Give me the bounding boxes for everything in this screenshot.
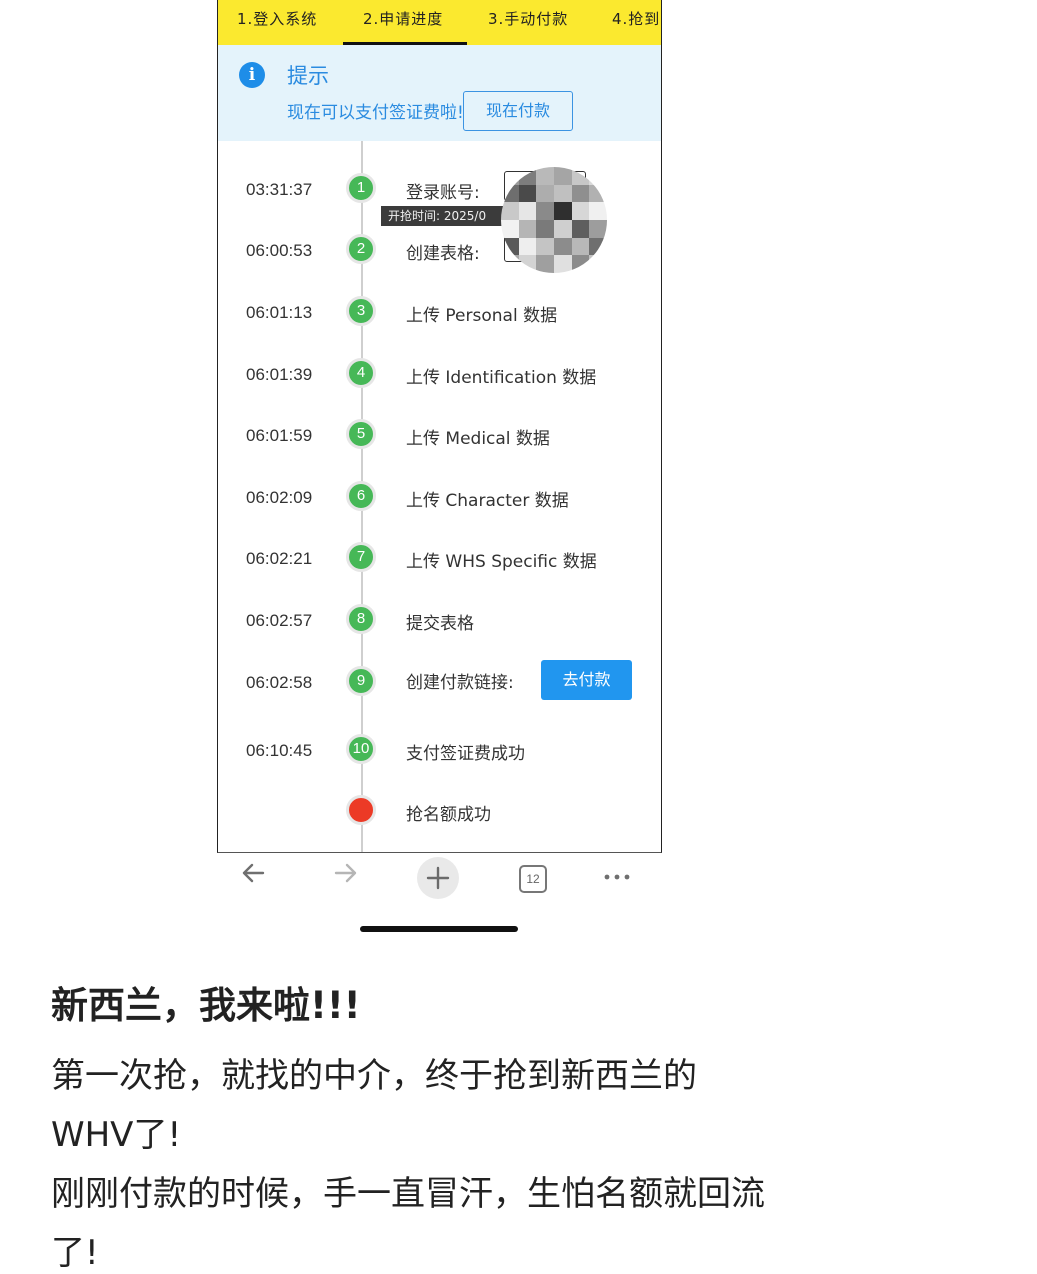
info-icon: i [239,62,265,88]
timeline-row: 06:02:57 8 提交表格 [218,601,661,641]
post-line: 了! [51,1233,99,1273]
step-time: 06:01:13 [246,303,313,322]
step-label: 上传 Character 数据 [406,491,569,511]
tab-progress[interactable]: 2.申请进度 [363,8,443,29]
step-number: 7 [346,542,376,572]
timeline-row: 06:02:09 6 上传 Character 数据 [218,478,661,518]
step-time: 06:02:09 [246,488,313,507]
step-label: 上传 Medical 数据 [406,429,550,449]
post-line: 第一次抢，就找的中介，终于抢到新西兰的 [51,1056,697,1096]
notice-title: 提示 [287,64,329,88]
more-dots-icon[interactable] [602,862,632,898]
timeline-row: 06:02:21 7 上传 WHS Specific 数据 [218,539,661,579]
step-number: 6 [346,481,376,511]
timeline-row: 06:01:39 4 上传 Identification 数据 [218,355,661,395]
tab-grabbed[interactable]: 4.抢到 [612,8,660,29]
timeline-row: 06:01:59 5 上传 Medical 数据 [218,416,661,456]
success-dot [346,795,376,825]
phone-screenshot: 1.登入系统 2.申请进度 3.手动付款 4.抢到 i 提示 现在可以支付签证费… [217,0,662,853]
step-time: 06:02:58 [246,673,313,692]
step-number: 3 [346,296,376,326]
step-label: 创建表格: [406,244,480,264]
step-label: 创建付款链接: [406,673,514,693]
step-number: 8 [346,604,376,634]
step-number: 9 [346,666,376,696]
timeline-row: 06:10:45 10 支付签证费成功 [218,731,661,771]
step-label: 上传 WHS Specific 数据 [406,552,597,572]
step-time: 06:02:21 [246,549,313,568]
step-number: 1 [346,173,376,203]
post-line: WHV了! [51,1115,182,1155]
step-label: 支付签证费成功 [406,744,525,764]
step-time: 06:01:59 [246,426,313,445]
pay-now-button[interactable]: 现在付款 [463,91,573,131]
step-label: 登录账号: [406,183,480,203]
step-number: 5 [346,419,376,449]
tab-manual-pay[interactable]: 3.手动付款 [488,8,568,29]
step-label: 抢名额成功 [406,805,491,825]
post-title: 新西兰，我来啦!!! [51,984,361,1027]
step-number: 2 [346,234,376,264]
step-label: 上传 Personal 数据 [406,306,558,326]
step-time: 06:10:45 [246,741,313,760]
step-label: 提交表格 [406,614,474,634]
step-label: 上传 Identification 数据 [406,368,597,388]
notice-panel: i 提示 现在可以支付签证费啦! 现在付款 [218,45,661,141]
home-indicator [360,926,518,932]
tab-count-button[interactable]: 12 [519,865,547,893]
arrow-left-icon[interactable] [233,858,273,898]
post-line: 刚刚付款的时候，手一直冒汗，生怕名额就回流 [51,1174,765,1214]
timeline-row: 抢名额成功 [218,792,661,832]
step-time: 06:02:57 [246,611,313,630]
go-pay-button[interactable]: 去付款 [541,660,632,700]
tab-login[interactable]: 1.登入系统 [237,8,317,29]
progress-tab-bar: 1.登入系统 2.申请进度 3.手动付款 4.抢到 [218,0,661,45]
arrow-right-icon[interactable] [326,858,366,898]
plus-icon[interactable] [417,857,459,899]
step-time: 06:00:53 [246,241,313,260]
step-time: 03:31:37 [246,180,313,199]
step-number: 4 [346,358,376,388]
pixelated-avatar-image [501,167,607,273]
step-number: 10 [346,734,376,764]
timeline-row: 06:01:13 3 上传 Personal 数据 [218,293,661,333]
timeline-row: 06:02:58 9 创建付款链接: 去付款 [218,660,661,700]
step-time: 06:01:39 [246,365,313,384]
notice-text: 现在可以支付签证费啦! [287,103,464,123]
